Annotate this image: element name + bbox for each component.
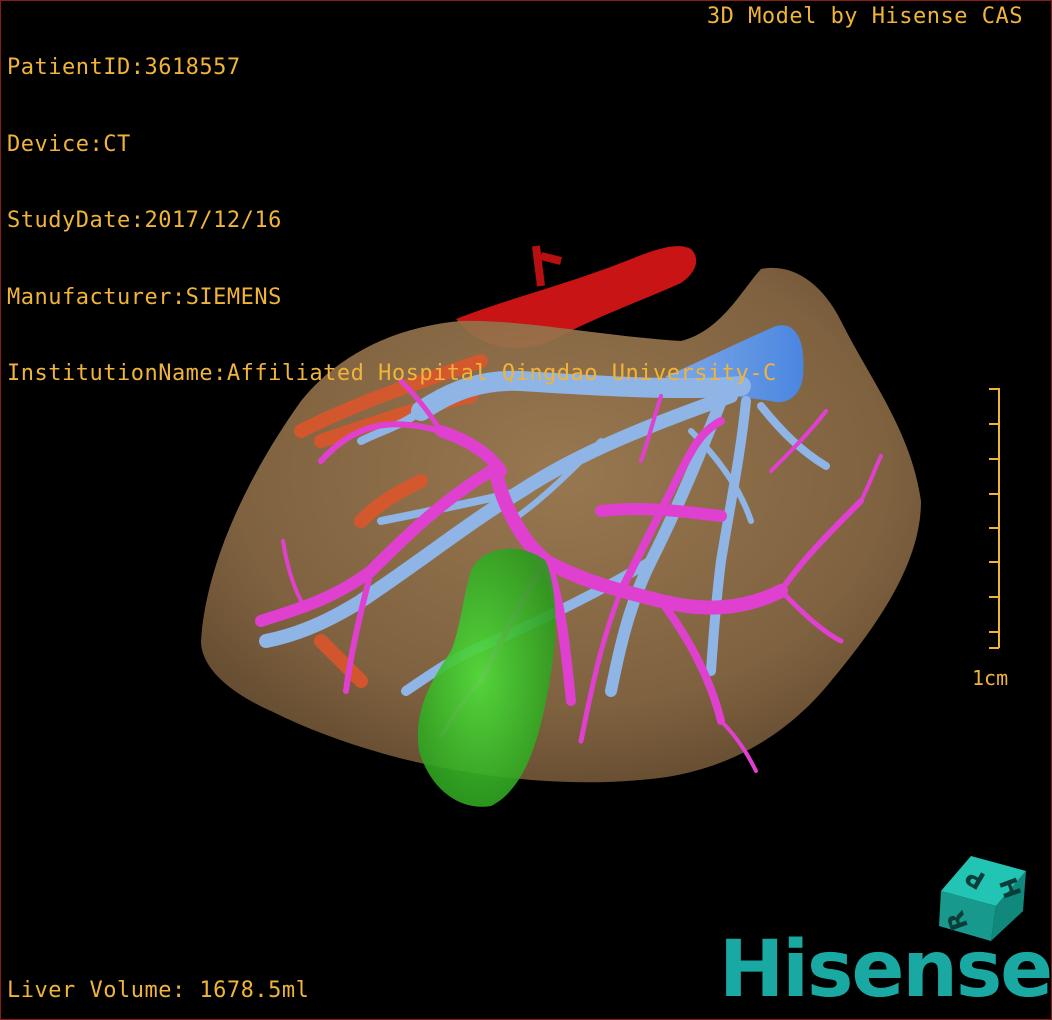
institution-name: InstitutionName:Affiliated Hospital Qing… xyxy=(7,361,777,386)
render-viewport[interactable]: 1cm H P R PatientID:3618557 Device:CT St… xyxy=(0,0,1052,1020)
patient-id: PatientID:3618557 xyxy=(7,55,241,80)
model-attribution: 3D Model by Hisense CAS xyxy=(706,4,1023,29)
scale-unit-label: 1cm xyxy=(972,666,1009,690)
hisense-logo: Hisense xyxy=(719,925,1052,1015)
study-date: StudyDate:2017/12/16 xyxy=(7,208,282,233)
liver-volume: Liver Volume: 1678.5ml xyxy=(7,978,310,1003)
scale-ruler xyxy=(989,388,1000,649)
dicom-info-overlay: PatientID:3618557 Device:CT StudyDate:20… xyxy=(7,4,777,438)
device: Device:CT xyxy=(7,131,131,157)
manufacturer: Manufacturer:SIEMENS xyxy=(7,284,282,310)
